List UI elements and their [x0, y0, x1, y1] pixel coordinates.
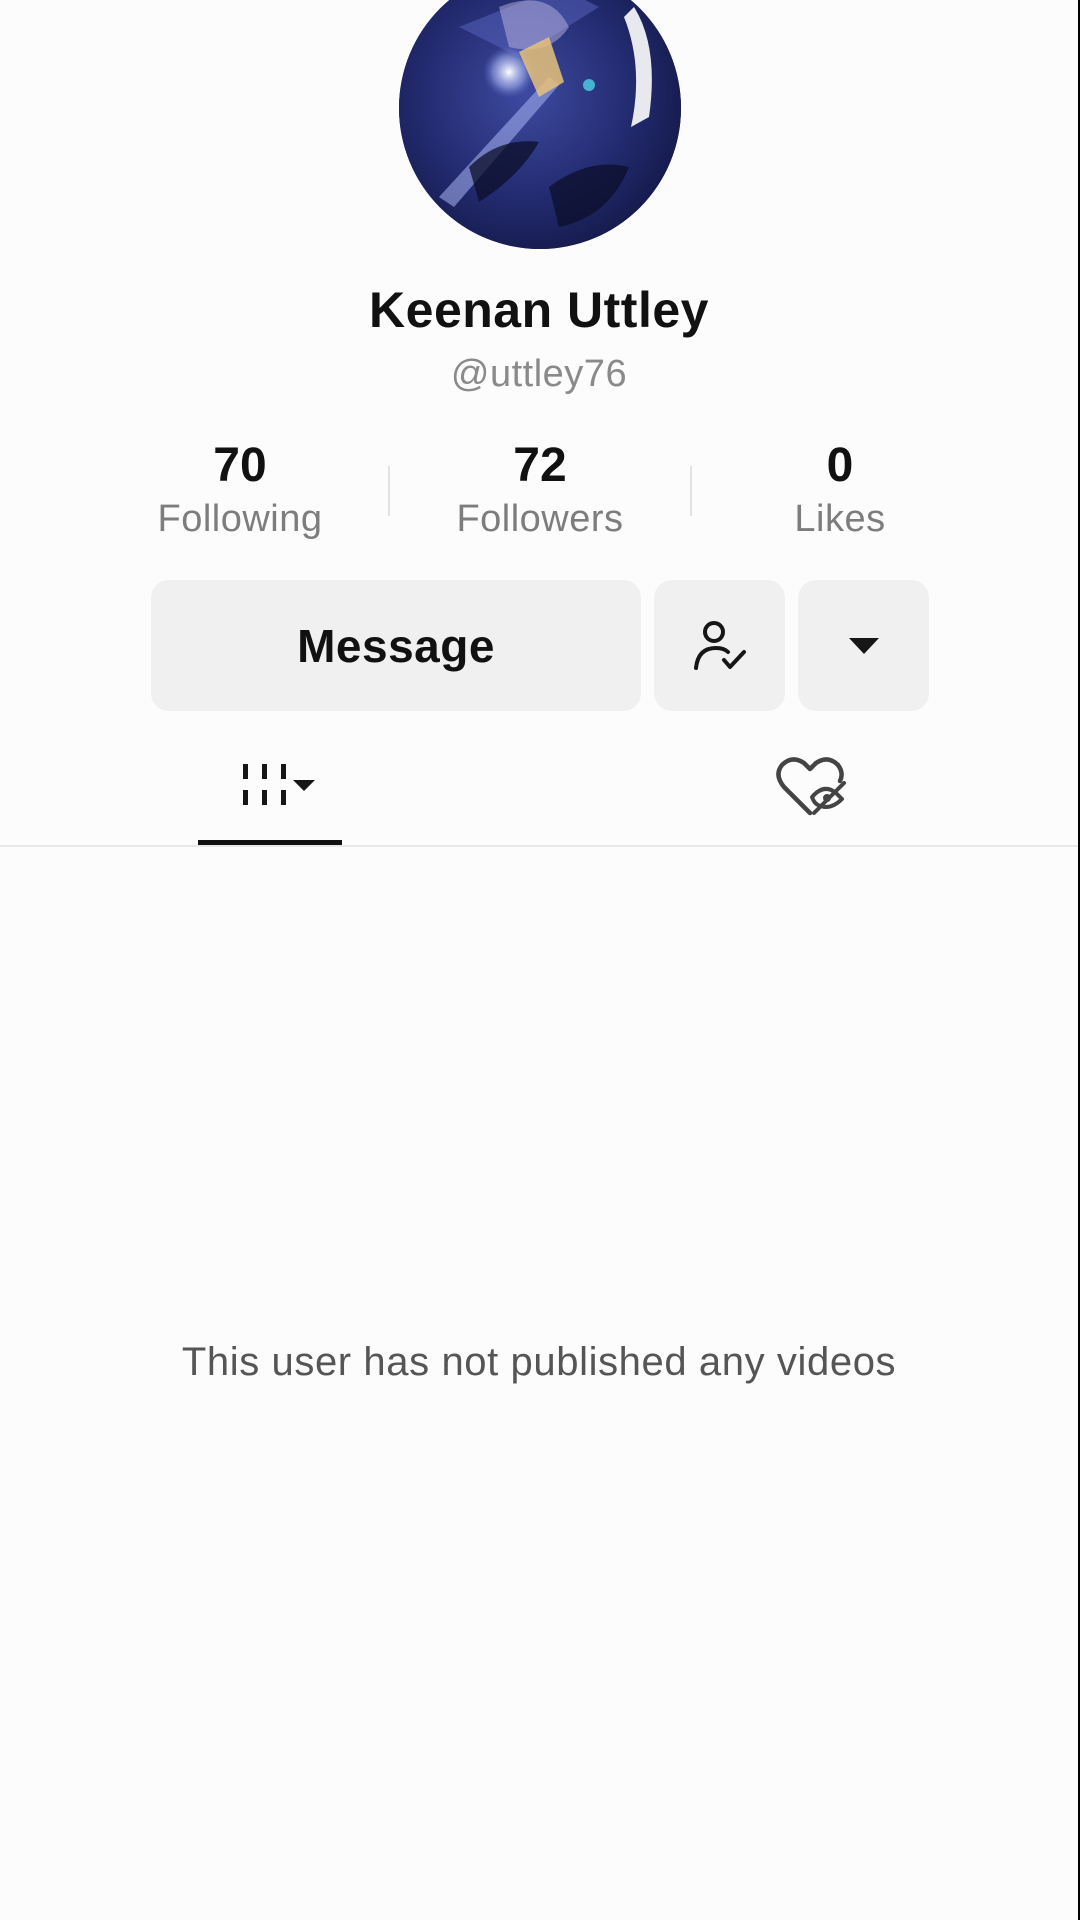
- empty-state-message: This user has not published any videos: [181, 1340, 897, 1384]
- caret-down-icon: [848, 637, 879, 654]
- stat-label: Likes: [794, 498, 886, 540]
- stat-label: Following: [157, 498, 323, 540]
- stat-likes[interactable]: 0 Likes: [710, 436, 970, 544]
- tab-liked-videos[interactable]: [740, 730, 884, 846]
- videos-grid-sort-icon: [243, 764, 315, 805]
- username-handle: @uttley76: [450, 353, 628, 395]
- stat-value: 72: [513, 439, 567, 492]
- stat-divider: [690, 466, 692, 516]
- avatar-image: [399, 0, 681, 249]
- more-options-button[interactable]: [798, 580, 929, 711]
- message-button[interactable]: Message: [151, 580, 641, 711]
- liked-hidden-icon: [776, 757, 846, 816]
- avatar[interactable]: [399, 0, 681, 249]
- person-check-icon: [693, 620, 746, 670]
- profile-screen: Keenan Uttley @uttley76 70 Following 72 …: [0, 0, 1078, 1920]
- display-name: Keenan Uttley: [369, 282, 709, 338]
- stat-followers[interactable]: 72 Followers: [410, 436, 670, 544]
- stat-value: 0: [826, 439, 854, 492]
- stat-label: Followers: [456, 498, 624, 540]
- stat-following[interactable]: 70 Following: [110, 436, 370, 544]
- following-status-button[interactable]: [654, 580, 785, 711]
- tab-videos[interactable]: [198, 730, 342, 846]
- stat-divider: [388, 466, 390, 516]
- tabs-divider: [0, 845, 1078, 847]
- stat-value: 70: [213, 439, 267, 492]
